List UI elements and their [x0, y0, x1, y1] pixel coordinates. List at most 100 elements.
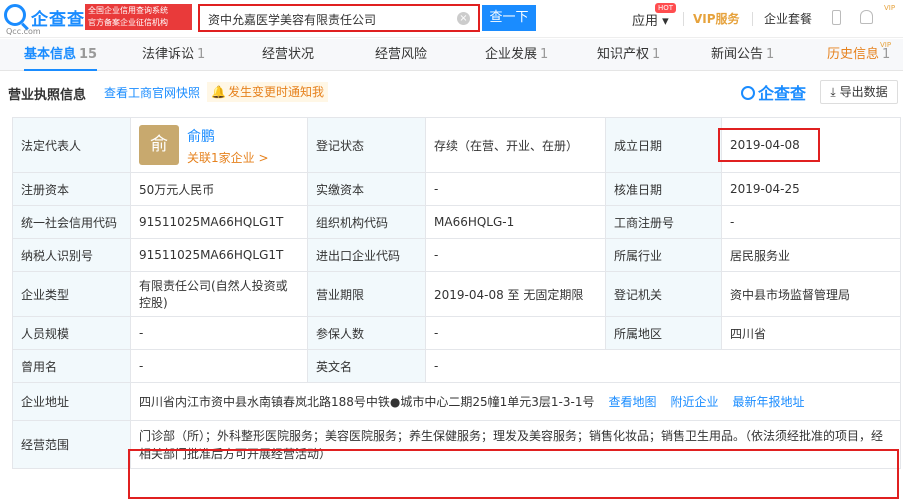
tab-vip-badge: VIP — [880, 41, 892, 49]
staff-label: 人员规模 — [12, 316, 131, 350]
paid-capital-value: - — [425, 172, 606, 206]
tab-operation-risk[interactable]: 经营风险 — [375, 39, 427, 71]
qcc-brand-logo: 企查查 — [741, 80, 806, 104]
reg-capital-label: 注册资本 — [12, 172, 131, 206]
authority-value: 资中县市场监督管理局 — [721, 271, 901, 317]
hot-badge: HOT — [655, 3, 677, 13]
vip-corner-badge: VIP — [884, 4, 896, 12]
section-title: 营业执照信息 — [8, 88, 87, 103]
english-name-value: - — [425, 349, 901, 383]
address-label: 企业地址 — [12, 382, 131, 421]
insured-value: - — [425, 316, 606, 350]
tab-count: 1 — [197, 47, 206, 62]
logo-subtext: Qcc.com — [6, 27, 41, 36]
nav-divider — [752, 12, 753, 26]
tab-development[interactable]: 企业发展 1 — [485, 39, 548, 71]
org-code-value: MA66HQLG-1 — [425, 205, 606, 239]
industry-label: 所属行业 — [605, 238, 722, 272]
bell-icon: 🔔 — [211, 85, 226, 99]
tab-news[interactable]: 新闻公告 1 — [711, 39, 774, 71]
insured-label: 参保人数 — [307, 316, 426, 350]
taxpayer-label: 纳税人识别号 — [12, 238, 131, 272]
legal-rep-name[interactable]: 俞鹏 — [187, 126, 215, 146]
authority-label: 登记机关 — [605, 271, 722, 317]
tab-basic-info[interactable]: 基本信息 15 — [24, 39, 98, 71]
reg-status-label: 登记状态 — [307, 117, 426, 173]
nav-vip-service[interactable]: VIP服务 — [693, 10, 740, 27]
term-label: 营业期限 — [307, 271, 426, 317]
company-type-value: 有限责任公司(自然人投资或控股) — [130, 271, 308, 317]
legal-rep-relation-link[interactable]: 关联1家企业 > — [187, 149, 269, 166]
download-icon: ⤓ — [830, 85, 836, 99]
scope-label: 经营范围 — [12, 420, 131, 469]
tab-label: 新闻公告 — [711, 47, 764, 62]
paid-capital-label: 实缴资本 — [307, 172, 426, 206]
industry-value: 居民服务业 — [721, 238, 901, 272]
table-row: 企业类型 有限责任公司(自然人投资或控股) 营业期限 2019-04-08 至 … — [12, 271, 901, 317]
table-row: 曾用名 - 英文名 - — [12, 349, 901, 383]
reg-status-value: 存续（在营、开业、在册） — [425, 117, 606, 173]
tab-label: 经营风险 — [375, 47, 428, 62]
nav-enterprise-package[interactable]: 企业套餐 — [764, 10, 812, 27]
table-row: 注册资本 50万元人民币 实缴资本 - 核准日期 2019-04-25 — [12, 172, 901, 206]
import-export-value: - — [425, 238, 606, 272]
legal-rep-cell: 俞 俞鹏 关联1家企业 > — [130, 117, 308, 173]
biz-reg-value: - — [721, 205, 901, 239]
search-box: × — [198, 4, 480, 32]
address-value: 四川省内江市资中县水南镇春岚北路188号中铁●城市中心二期25幢1单元3层1-3… — [139, 395, 595, 409]
legal-rep-label: 法定代表人 — [12, 117, 131, 173]
taxpayer-value: 91511025MA66HQLG1T — [130, 238, 308, 272]
phone-icon[interactable] — [832, 10, 841, 25]
search-button[interactable]: 查一下 — [482, 5, 536, 31]
credit-badge-line1: 全国企业信用查询系统 — [88, 6, 168, 15]
export-data-button[interactable]: ⤓ 导出数据 — [820, 80, 898, 104]
tab-bar: 基本信息 15 法律诉讼 1 经营状况 经营风险 企业发展 1 知识产权 1 新闻公告 1… — [0, 39, 903, 71]
clear-icon[interactable]: × — [457, 12, 470, 25]
approve-date-label: 核准日期 — [605, 172, 722, 206]
avatar[interactable]: 俞 — [139, 125, 179, 165]
former-name-value: - — [130, 349, 308, 383]
table-row: 统一社会信用代码 91511025MA66HQLG1T 组织机构代码 MA66H… — [12, 205, 901, 239]
highlight-business-scope — [128, 449, 899, 499]
search-input[interactable] — [208, 10, 448, 28]
credit-code-label: 统一社会信用代码 — [12, 205, 131, 239]
import-export-label: 进出口企业代码 — [307, 238, 426, 272]
tab-count: 1 — [540, 47, 549, 62]
address-cell: 四川省内江市资中县水南镇春岚北路188号中铁●城市中心二期25幢1单元3层1-3… — [130, 382, 901, 421]
notify-label: 发生变更时通知我 — [227, 85, 324, 99]
brand-text: 企查查 — [758, 84, 807, 103]
business-license-table: 法定代表人 俞 俞鹏 关联1家企业 > 登记状态 存续（在营、开业、在册） 成立… — [12, 117, 901, 469]
magnifier-logo-icon — [741, 86, 755, 100]
snapshot-link[interactable]: 查看工商官网快照 — [104, 84, 200, 101]
tab-count: 1 — [652, 47, 661, 62]
tab-count: 1 — [882, 47, 891, 62]
bell-icon[interactable] — [860, 10, 873, 24]
tab-label: 知识产权 — [597, 47, 650, 62]
tab-label: 法律诉讼 — [142, 47, 195, 62]
annual-report-address-link[interactable]: 最新年报地址 — [733, 395, 805, 409]
tab-count: 15 — [79, 47, 98, 62]
credit-badge-line2: 官方备案企业征信机构 — [88, 18, 168, 27]
found-date-label: 成立日期 — [605, 117, 722, 173]
term-value: 2019-04-08 至 无固定期限 — [425, 271, 606, 317]
tab-label: 企业发展 — [485, 47, 538, 62]
approve-date-value: 2019-04-25 — [721, 172, 901, 206]
qcc-logo[interactable]: 企查查 Qcc.com — [4, 4, 84, 36]
nav-divider — [683, 12, 684, 26]
legal-rep-block: 俞 俞鹏 关联1家企业 > — [139, 119, 299, 171]
english-name-label: 英文名 — [307, 349, 426, 383]
tab-label: 经营状况 — [262, 47, 315, 62]
region-label: 所属地区 — [605, 316, 722, 350]
biz-reg-label: 工商注册号 — [605, 205, 722, 239]
region-value: 四川省 — [721, 316, 901, 350]
view-map-link[interactable]: 查看地图 — [608, 395, 656, 409]
tab-legal[interactable]: 法律诉讼 1 — [142, 39, 205, 71]
nearby-companies-link[interactable]: 附近企业 — [671, 395, 719, 409]
tab-operation-status[interactable]: 经营状况 — [262, 39, 314, 71]
tab-ip[interactable]: 知识产权 1 — [597, 39, 660, 71]
company-type-label: 企业类型 — [12, 271, 131, 317]
former-name-label: 曾用名 — [12, 349, 131, 383]
change-notify-button[interactable]: 🔔 发生变更时通知我 — [207, 82, 328, 102]
credit-badge: 全国企业信用查询系统 官方备案企业征信机构 — [85, 4, 192, 30]
top-header: 企查查 Qcc.com 全国企业信用查询系统 官方备案企业征信机构 × 查一下 … — [0, 0, 903, 38]
